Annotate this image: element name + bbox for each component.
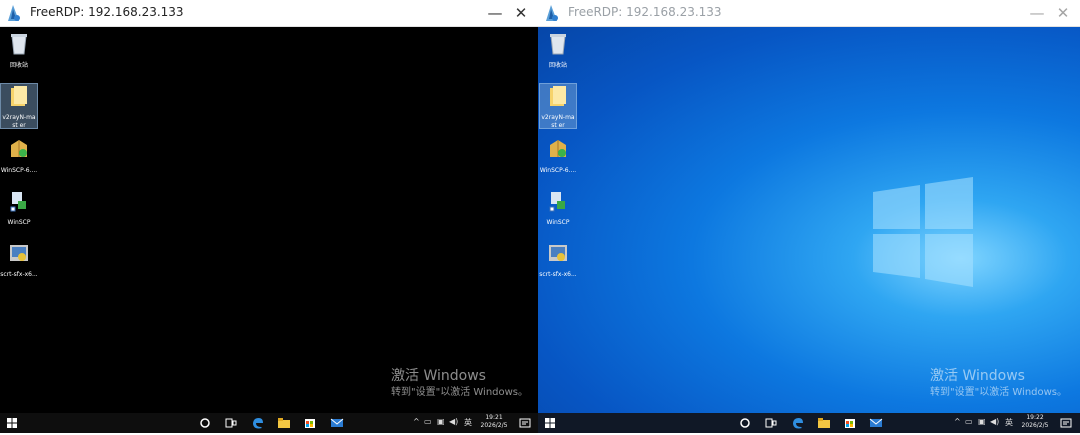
task-view-icon[interactable] <box>224 416 238 430</box>
activation-watermark-subtitle: 转到"设置"以激活 Windows。 <box>391 387 529 398</box>
desktop-icon-winscp[interactable]: WinSCP <box>0 189 38 227</box>
windows-logo-wallpaper <box>873 177 973 287</box>
desktop-icon-winscp[interactable]: WinSCP <box>539 189 577 227</box>
desktop-icon-recycle-bin[interactable]: 回收站 <box>539 32 577 70</box>
file-explorer-icon[interactable] <box>817 416 831 430</box>
titlebar[interactable]: FreeRDP: 192.168.23.133 — ✕ <box>0 0 538 27</box>
freerdp-window-left[interactable]: FreeRDP: 192.168.23.133 — ✕ 回收站 v2rayN-m… <box>0 0 538 435</box>
winscp-installer-icon <box>11 140 27 157</box>
minimize-button[interactable]: — <box>482 2 508 24</box>
icon-label: WinSCP <box>7 219 31 226</box>
folder-icon <box>550 86 566 106</box>
icon-label: WinSCP-6.... <box>539 167 577 174</box>
titlebar[interactable]: FreeRDP: 192.168.23.133 — ✕ <box>538 0 1080 27</box>
freerdp-icon <box>8 5 20 21</box>
notifications-icon[interactable] <box>518 416 532 430</box>
tray-network-icon[interactable]: ▭ <box>965 417 973 426</box>
winscp-icon <box>549 192 565 212</box>
tray-volume-icon[interactable]: ◀) <box>990 417 999 426</box>
window-title: FreeRDP: 192.168.23.133 <box>568 5 722 19</box>
mail-icon[interactable] <box>330 416 344 430</box>
activation-watermark-title: 激活 Windows <box>391 368 486 384</box>
desktop-icon-recycle-bin[interactable]: 回收站 <box>0 32 38 70</box>
desktop-icon-winscp-installer[interactable]: WinSCP-6.... <box>0 137 38 175</box>
search-icon[interactable] <box>738 416 752 430</box>
icon-label: v2rayN-mast er <box>2 114 36 129</box>
tray-device-icon[interactable]: ▣ <box>978 417 986 426</box>
icon-label: 回收站 <box>9 62 28 69</box>
edge-browser-icon[interactable] <box>251 416 265 430</box>
freerdp-icon <box>546 5 558 21</box>
window-title: FreeRDP: 192.168.23.133 <box>30 5 184 19</box>
ime-indicator[interactable]: 英 <box>1005 417 1013 428</box>
securecrt-icon <box>549 245 567 261</box>
search-icon[interactable] <box>198 416 212 430</box>
minimize-button[interactable]: — <box>1024 2 1050 24</box>
tray-network-icon[interactable]: ▭ <box>424 417 432 426</box>
tray-overflow-icon[interactable]: ^ <box>413 417 420 426</box>
desktop-icon-folder[interactable]: v2rayN-mast er <box>539 83 577 129</box>
tray-overflow-icon[interactable]: ^ <box>954 417 961 426</box>
file-explorer-icon[interactable] <box>277 416 291 430</box>
clock-time: 19:21 <box>485 414 503 421</box>
icon-label: WinSCP-6.... <box>0 167 38 174</box>
folder-icon <box>11 86 27 106</box>
ime-indicator[interactable]: 英 <box>464 417 472 428</box>
recycle-bin-icon <box>550 34 566 55</box>
start-button-icon[interactable] <box>543 416 557 430</box>
clock-date: 2026/2/5 <box>480 422 508 429</box>
securecrt-icon <box>10 245 28 261</box>
winscp-icon <box>10 192 26 212</box>
desktop-icon-folder[interactable]: v2rayN-mast er <box>0 83 38 129</box>
icon-label: 回收站 <box>548 62 567 69</box>
close-button[interactable]: ✕ <box>508 2 534 24</box>
recycle-bin-icon <box>11 34 27 55</box>
winscp-installer-icon <box>550 140 566 157</box>
mail-icon[interactable] <box>869 416 883 430</box>
taskbar: ^ ▭ ▣ ◀) 英 19:22 2026/2/5 <box>538 413 1080 433</box>
clock-time: 19:22 <box>1026 414 1044 421</box>
task-view-icon[interactable] <box>764 416 778 430</box>
activation-watermark-subtitle: 转到"设置"以激活 Windows。 <box>930 387 1068 398</box>
desktop-icon-securecrt[interactable]: scrt-sfx-x6... <box>539 241 577 279</box>
icon-label: WinSCP <box>546 219 570 226</box>
freerdp-window-right[interactable]: FreeRDP: 192.168.23.133 — ✕ 回收站 v2rayN-m… <box>538 0 1080 435</box>
icon-label: scrt-sfx-x6... <box>0 271 38 278</box>
taskbar: ^ ▭ ▣ ◀) 英 19:21 2026/2/5 <box>0 413 538 433</box>
start-button-icon[interactable] <box>5 416 19 430</box>
store-icon[interactable] <box>303 416 317 430</box>
close-button[interactable]: ✕ <box>1050 2 1076 24</box>
desktop-icon-winscp-installer[interactable]: WinSCP-6.... <box>539 137 577 175</box>
tray-volume-icon[interactable]: ◀) <box>449 417 458 426</box>
tray-device-icon[interactable]: ▣ <box>437 417 445 426</box>
icon-label: v2rayN-mast er <box>541 114 575 129</box>
edge-browser-icon[interactable] <box>791 416 805 430</box>
remote-desktop[interactable]: 回收站 v2rayN-mast er WinSCP-6.... WinSCP s… <box>0 27 538 413</box>
icon-label: scrt-sfx-x6... <box>539 271 577 278</box>
store-icon[interactable] <box>843 416 857 430</box>
taskbar-clock[interactable]: 19:22 2026/2/5 <box>1015 414 1055 430</box>
activation-watermark-title: 激活 Windows <box>930 368 1025 384</box>
notifications-icon[interactable] <box>1059 416 1073 430</box>
clock-date: 2026/2/5 <box>1021 422 1049 429</box>
desktop-icon-securecrt[interactable]: scrt-sfx-x6... <box>0 241 38 279</box>
taskbar-clock[interactable]: 19:21 2026/2/5 <box>474 414 514 430</box>
remote-desktop[interactable]: 回收站 v2rayN-mast er WinSCP-6.... WinSCP s… <box>538 27 1080 413</box>
